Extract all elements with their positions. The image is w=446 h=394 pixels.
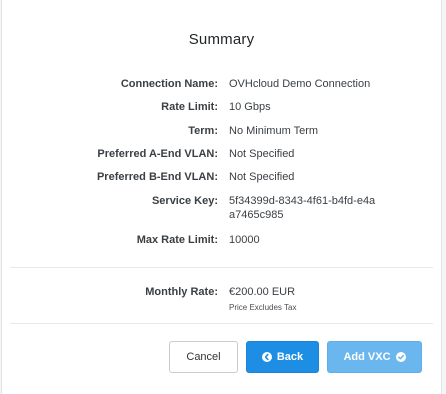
field-label: Rate Limit: [161, 101, 218, 113]
field-value: 10000 [229, 234, 260, 246]
field-label: Max Rate Limit: [136, 234, 218, 246]
cancel-button-label: Cancel [186, 351, 221, 363]
summary-panel: Summary Connection Name: OVHcloud Demo C… [1, 0, 442, 394]
tax-note: Price Excludes Tax [229, 303, 297, 312]
field-value: OVHcloud Demo Connection [229, 78, 371, 90]
cancel-button[interactable]: Cancel [169, 341, 238, 373]
field-label: Preferred A-End VLAN: [97, 148, 218, 160]
field-value: 10 Gbps [229, 101, 271, 113]
add-vxc-button-label: Add VXC [343, 351, 391, 363]
back-button-label: Back [276, 351, 304, 363]
pricing-label: Monthly Rate: [145, 286, 218, 298]
pricing-value: €200.00 EUR [229, 286, 296, 298]
field-label: Service Key: [151, 195, 218, 207]
divider [10, 267, 433, 268]
field-value: No Minimum Term [229, 125, 319, 137]
chevron-left-circle-icon [261, 352, 272, 362]
back-button[interactable]: Back [246, 341, 319, 373]
field-label: Connection Name: [120, 78, 218, 90]
field-label: Preferred B-End VLAN: [96, 171, 218, 183]
field-label: Term: [188, 125, 218, 137]
divider [10, 323, 433, 324]
add-vxc-button[interactable]: Add VXC [327, 341, 422, 373]
page-title: Summary [188, 31, 255, 48]
field-value: 5f34399d-8343-4f61-b4fd-e4aa7465c985 [229, 195, 376, 221]
check-circle-icon [395, 352, 406, 362]
field-value: Not Specified [229, 171, 295, 183]
field-value: Not Specified [229, 148, 295, 160]
